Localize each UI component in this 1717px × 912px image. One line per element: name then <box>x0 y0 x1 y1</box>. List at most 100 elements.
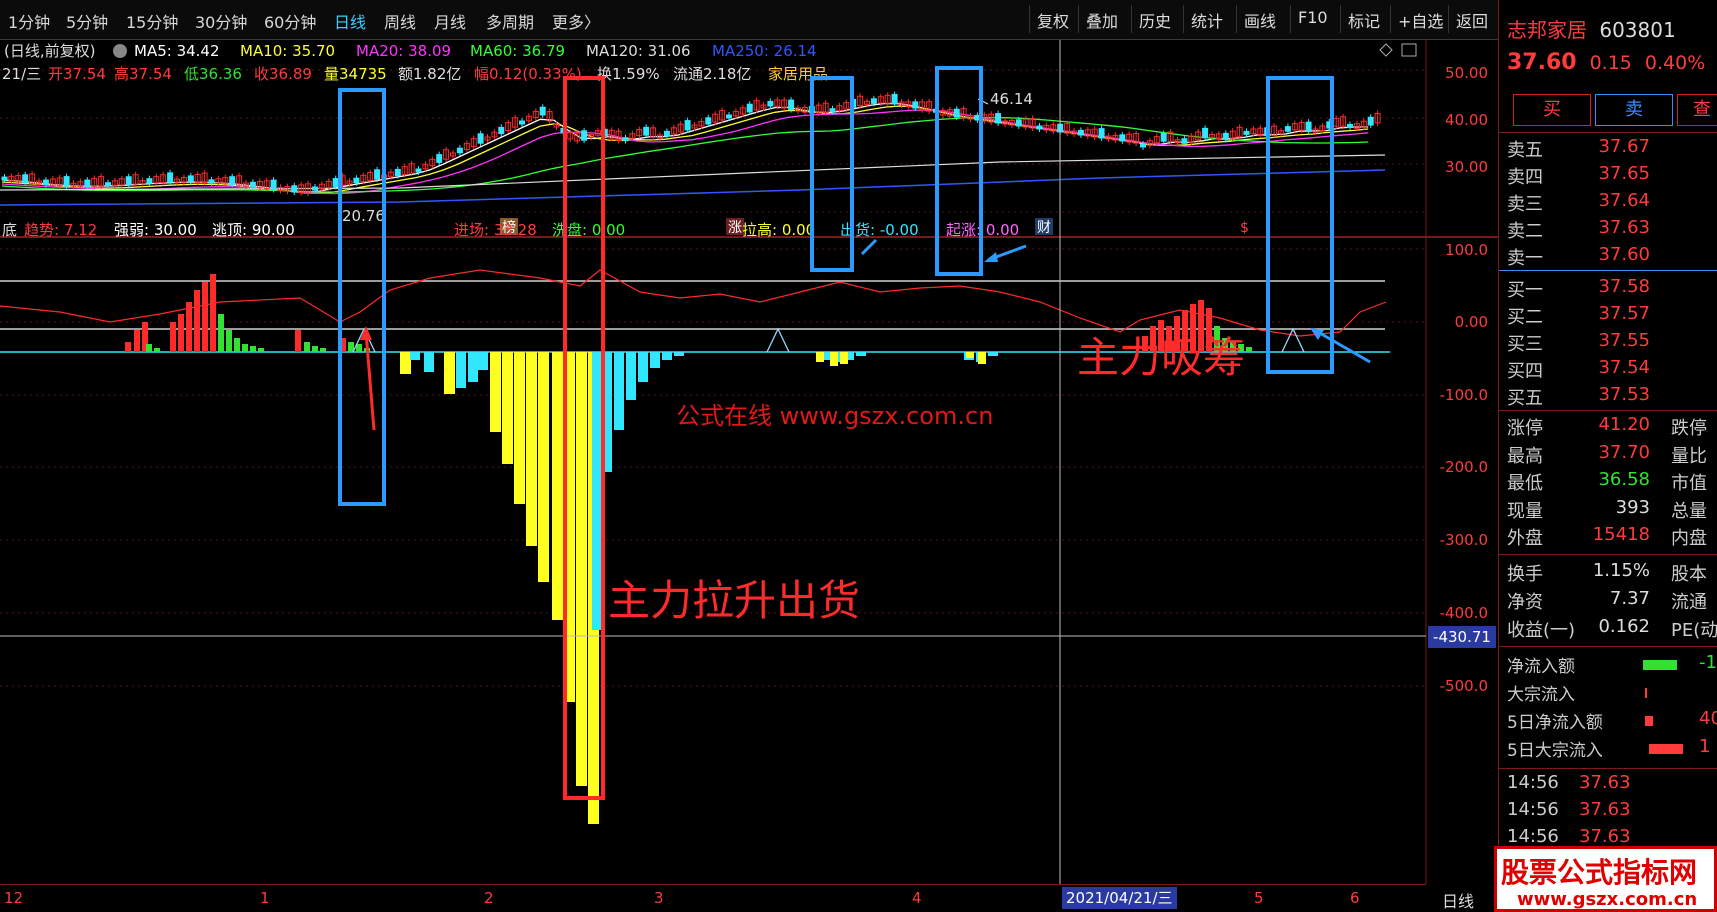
stock-price: 37.60 <box>1507 50 1577 75</box>
date-axis: 12 1 2 3 4 5 6 2021/04/21/三 <box>0 884 1426 912</box>
mark-button[interactable]: 标记 <box>1340 5 1387 33</box>
blue-arrow <box>860 238 878 256</box>
indicator-bar-cyan <box>988 352 998 356</box>
indicator-bar-yellow <box>502 352 513 464</box>
date-tick: 5 <box>1254 889 1264 907</box>
period-15min[interactable]: 15分钟 <box>126 9 178 33</box>
indicator-bar-yellow <box>816 352 824 362</box>
candle-body <box>146 178 153 184</box>
quote-row: 买二 37.57 <box>1499 303 1717 331</box>
back-button[interactable]: 返回 <box>1448 5 1495 33</box>
adjust-button[interactable]: 复权 <box>1029 5 1076 33</box>
candle-body <box>22 174 29 184</box>
candlesticks <box>1 91 1381 197</box>
candle-body <box>1036 125 1043 130</box>
history-button[interactable]: 历史 <box>1131 5 1178 33</box>
candle-body <box>229 176 236 186</box>
period-1min[interactable]: 1分钟 <box>8 9 50 33</box>
overlay-button[interactable]: 叠加 <box>1078 5 1125 33</box>
period-30min[interactable]: 30分钟 <box>195 9 247 33</box>
candle-body <box>249 181 256 188</box>
indicator-bar-red <box>210 274 216 352</box>
check-button[interactable]: 查 <box>1677 94 1717 126</box>
indicator-bar-red <box>194 290 200 352</box>
indicator-bar-cyan <box>614 352 624 430</box>
row-extra-label: PE(动 <box>1671 620 1717 641</box>
row-label: 收益(一) <box>1507 620 1576 641</box>
indicator-tick: 100.0 <box>1445 241 1488 259</box>
quote-row: 卖二 37.63 <box>1499 217 1717 245</box>
candle-body <box>436 154 443 163</box>
period-5min[interactable]: 5分钟 <box>66 9 108 33</box>
indicator-bar-red <box>295 330 301 352</box>
buy-button[interactable]: 买 <box>1513 94 1591 126</box>
row-value: 37.65 <box>1598 163 1650 184</box>
f10-button[interactable]: F10 <box>1290 5 1335 33</box>
tick-price: 37.63 <box>1579 799 1631 820</box>
row-label: 净资 <box>1507 592 1543 613</box>
period-indicator[interactable]: 日线 <box>1442 888 1474 912</box>
settings-icon <box>113 44 127 58</box>
quote-row: 卖五 37.67 <box>1499 136 1717 164</box>
candle-body <box>1160 132 1167 142</box>
indicator-bar-red <box>202 282 208 352</box>
period-60min[interactable]: 60分钟 <box>264 9 316 33</box>
period-more[interactable]: 更多〉 <box>552 9 600 33</box>
row-label: 涨停 <box>1507 418 1543 439</box>
indicator-bar-green <box>304 342 310 352</box>
stock-quote: 37.60 0.15 0.40% <box>1507 50 1705 75</box>
indicator-escape: 逃顶: 90.00 <box>212 221 295 239</box>
row-value: 15418 <box>1592 524 1650 545</box>
candle-body <box>1367 116 1374 126</box>
stock-pct: 0.40% <box>1644 52 1706 74</box>
flow-label: 5日大宗流入 <box>1507 741 1603 761</box>
quote-panel: 志邦家居 603801 37.60 0.15 0.40% 买 卖 查 卖五 37.… <box>1498 0 1717 912</box>
candle-body <box>684 120 691 131</box>
indicator-tick: -400.0 <box>1440 604 1488 622</box>
indicator-bar-red <box>178 314 184 352</box>
tick-time: 14:56 <box>1507 799 1559 820</box>
date-tick: 3 <box>654 889 664 907</box>
row-label: 买一 <box>1507 280 1543 301</box>
indicator-tick: -500.0 <box>1440 677 1488 695</box>
add-watchlist-button[interactable]: +自选 <box>1390 5 1450 33</box>
stock-code: 603801 <box>1599 18 1676 42</box>
period-daily[interactable]: 日线 <box>334 9 366 33</box>
candle-body <box>1077 129 1084 136</box>
indicator-bar-cyan <box>674 352 684 356</box>
price-tick: 30.00 <box>1445 158 1488 176</box>
tick-row: 14:56 37.63 <box>1499 799 1717 827</box>
candle-body <box>125 176 132 186</box>
divider <box>1499 646 1717 647</box>
candle-body <box>581 130 588 141</box>
indicator-bar-yellow <box>840 352 848 364</box>
quote-row: 买五 37.53 <box>1499 384 1717 412</box>
sell-button[interactable]: 卖 <box>1595 94 1673 126</box>
event-marker: 涨 <box>728 220 742 236</box>
candle-body <box>539 106 546 116</box>
ma-lines <box>0 102 1386 206</box>
candle-body <box>167 172 174 183</box>
fund-flow-row: 5日大宗流入 1 <box>1499 736 1717 764</box>
stats-button[interactable]: 统计 <box>1183 5 1230 33</box>
draw-button[interactable]: 画线 <box>1236 5 1283 33</box>
chart-area[interactable]: (日线,前复权) MA5: 34.42 MA10: 35.70 MA20: 38… <box>0 40 1498 912</box>
candle-body <box>1181 138 1188 144</box>
row-label: 卖一 <box>1507 248 1543 269</box>
indicator-bar-yellow <box>978 352 986 364</box>
candle-body <box>519 120 525 125</box>
candle-body <box>829 108 836 113</box>
row-value: 1.15% <box>1592 560 1650 581</box>
period-weekly[interactable]: 周线 <box>384 9 416 33</box>
candle-body <box>1305 121 1312 133</box>
info-open: 开37.54 <box>48 65 106 83</box>
date-tick: 2 <box>484 889 494 907</box>
period-monthly[interactable]: 月线 <box>434 9 466 33</box>
kline-indicator-chart[interactable]: (日线,前复权) MA5: 34.42 MA10: 35.70 MA20: 38… <box>0 40 1498 884</box>
quote-row: 净资 7.37 流通 <box>1499 588 1717 616</box>
indicator-bar-green <box>250 346 256 352</box>
candle-body <box>622 137 629 142</box>
row-extra-label: 量比 <box>1671 445 1707 467</box>
candle-body <box>643 126 650 136</box>
period-multi[interactable]: 多周期 <box>486 9 534 33</box>
